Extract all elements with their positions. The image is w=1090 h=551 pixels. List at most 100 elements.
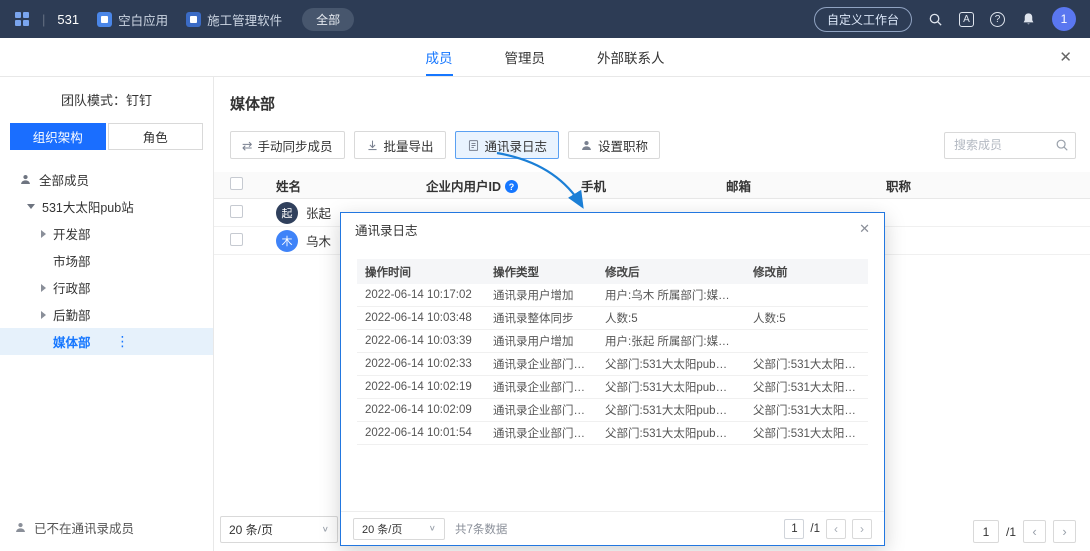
search-icon[interactable] xyxy=(928,12,943,27)
log-document-icon xyxy=(467,139,480,152)
topbar-divider: | xyxy=(42,12,45,27)
batch-export-button[interactable]: 批量导出 xyxy=(354,131,446,159)
download-icon xyxy=(366,139,379,152)
total-pages-label: /1 xyxy=(1006,525,1016,539)
caret-right-icon xyxy=(41,311,46,319)
tree-label: 行政部 xyxy=(53,278,91,297)
org-structure-button[interactable]: 组织架构 xyxy=(10,123,106,150)
prev-page-button[interactable]: ‹ xyxy=(1023,520,1046,543)
next-page-button[interactable]: › xyxy=(1053,520,1076,543)
select-all-checkbox[interactable] xyxy=(230,177,243,190)
row-checkbox[interactable] xyxy=(230,233,243,246)
modal-page-number[interactable]: 1 xyxy=(784,519,804,539)
log-row[interactable]: 2022-06-14 10:02:33通讯录企业部门修改父部门:531大太阳pu… xyxy=(357,353,868,376)
col-op-time: 操作时间 xyxy=(357,264,485,280)
col-title: 职称 xyxy=(886,176,1090,195)
tree-label: 后勤部 xyxy=(53,305,91,324)
more-menu-icon[interactable]: ⋮ xyxy=(116,333,131,350)
set-job-title-button[interactable]: 设置职称 xyxy=(568,131,660,159)
members-icon xyxy=(19,173,32,186)
sidebar-item-logistics-dept[interactable]: 后勤部 xyxy=(0,301,213,328)
modal-title: 通讯录日志 xyxy=(355,220,418,239)
col-user-id: 企业内用户ID? xyxy=(426,176,581,195)
modal-total-pages-label: /1 xyxy=(810,523,820,535)
chevron-down-icon: ∨ xyxy=(322,525,329,534)
sidebar-item-dev-dept[interactable]: 开发部 xyxy=(0,220,213,247)
sidebar-item-market-dept[interactable]: 市场部 xyxy=(0,247,213,274)
avatar: 起 xyxy=(276,202,298,224)
tab-admins[interactable]: 管理员 xyxy=(505,38,546,76)
roles-button[interactable]: 角色 xyxy=(108,123,204,150)
org-tree: 全部成员 531大太阳pub站 开发部 市场部 行政部 后勤部 媒体部 ⋮ xyxy=(0,166,213,355)
modal-header: 通讯录日志 ✕ xyxy=(341,213,884,245)
help-icon[interactable]: ? xyxy=(990,12,1005,27)
person-icon xyxy=(580,139,593,152)
sidebar-item-removed-members[interactable]: 已不在通讯录成员 xyxy=(14,518,134,537)
log-header-row: 操作时间 操作类型 修改后 修改前 xyxy=(357,259,868,284)
modal-pagination: 1 /1 ‹ › xyxy=(784,519,872,539)
member-search xyxy=(944,132,1076,159)
row-checkbox[interactable] xyxy=(230,205,243,218)
caret-right-icon xyxy=(41,230,46,238)
log-row[interactable]: 2022-06-14 10:01:54通讯录企业部门修改父部门:531大太阳pu… xyxy=(357,422,868,445)
modal-close-icon[interactable]: ✕ xyxy=(859,221,870,237)
set-job-title-label: 设置职称 xyxy=(598,136,648,155)
tab-members[interactable]: 成员 xyxy=(426,38,453,76)
contact-log-modal: 通讯录日志 ✕ 操作时间 操作类型 修改后 修改前 2022-06-14 10:… xyxy=(340,212,885,546)
page-number-input[interactable] xyxy=(973,520,999,543)
col-op-type: 操作类型 xyxy=(485,264,597,280)
col-before: 修改前 xyxy=(745,264,868,280)
toolbar: ⇄ 手动同步成员 批量导出 通讯录日志 设置职称 xyxy=(214,114,1090,159)
col-phone: 手机 xyxy=(581,176,726,195)
app-blank-label: 空白应用 xyxy=(118,10,168,29)
app-construction-label: 施工管理软件 xyxy=(207,10,282,29)
app-blank[interactable]: 空白应用 xyxy=(97,10,168,29)
modal-next-page-button[interactable]: › xyxy=(852,519,872,539)
apps-grid-icon[interactable] xyxy=(14,11,30,27)
contact-log-label: 通讯录日志 xyxy=(485,136,548,155)
removed-member-icon xyxy=(14,521,27,534)
sidebar-switch: 组织架构 角色 xyxy=(0,123,213,150)
tab-external-contacts[interactable]: 外部联系人 xyxy=(597,38,665,76)
sidebar: 团队模式：钉钉 组织架构 角色 全部成员 531大太阳pub站 开发部 市场部 … xyxy=(0,77,214,551)
manual-sync-button[interactable]: ⇄ 手动同步成员 xyxy=(230,131,345,159)
all-apps-pill[interactable]: 全部 xyxy=(302,8,354,31)
org-id[interactable]: 531 xyxy=(57,12,79,27)
page-size-value: 20 条/页 xyxy=(229,521,273,538)
sync-icon: ⇄ xyxy=(242,138,252,153)
sidebar-item-media-dept[interactable]: 媒体部 ⋮ xyxy=(0,328,213,355)
sidebar-item-admin-dept[interactable]: 行政部 xyxy=(0,274,213,301)
construction-app-icon xyxy=(186,12,201,27)
log-row[interactable]: 2022-06-14 10:02:09通讯录企业部门修改父部门:531大太阳pu… xyxy=(357,399,868,422)
pagination: /1 ‹ › xyxy=(973,520,1076,543)
notifications-bell-icon[interactable] xyxy=(1021,12,1036,27)
page-size-select[interactable]: 20 条/页 ∨ xyxy=(220,516,338,543)
total-records-label: 共7条数据 xyxy=(455,521,507,537)
col-name: 姓名 xyxy=(276,176,426,195)
page-title: 媒体部 xyxy=(214,77,1090,114)
search-icon[interactable] xyxy=(1055,138,1069,155)
member-name: 乌木 xyxy=(306,231,331,250)
help-badge-icon[interactable]: ? xyxy=(505,180,518,193)
team-mode-label: 团队模式：钉钉 xyxy=(0,90,213,109)
tree-label: 全部成员 xyxy=(39,170,89,189)
sidebar-item-root-org[interactable]: 531大太阳pub站 xyxy=(0,193,213,220)
translate-icon[interactable]: A xyxy=(959,12,974,27)
contact-log-button[interactable]: 通讯录日志 xyxy=(455,131,560,159)
member-name: 张起 xyxy=(306,203,331,222)
chevron-down-icon: ∨ xyxy=(429,524,436,533)
app-construction[interactable]: 施工管理软件 xyxy=(186,10,282,29)
close-icon[interactable]: ✕ xyxy=(1059,48,1072,66)
table-header-row: 姓名 企业内用户ID? 手机 邮箱 职称 xyxy=(214,172,1090,199)
modal-footer: 20 条/页 ∨ 共7条数据 1 /1 ‹ › xyxy=(341,511,884,545)
tree-label: 531大太阳pub站 xyxy=(42,197,134,216)
log-row[interactable]: 2022-06-14 10:02:19通讯录企业部门修改父部门:531大太阳pu… xyxy=(357,376,868,399)
customize-workbench-button[interactable]: 自定义工作台 xyxy=(814,7,912,32)
modal-prev-page-button[interactable]: ‹ xyxy=(826,519,846,539)
sidebar-item-all-members[interactable]: 全部成员 xyxy=(0,166,213,193)
log-row[interactable]: 2022-06-14 10:03:39通讯录用户增加用户:张起 所属部门:媒体部… xyxy=(357,330,868,353)
modal-page-size-select[interactable]: 20 条/页 ∨ xyxy=(353,518,445,540)
log-row[interactable]: 2022-06-14 10:03:48通讯录整体同步人数:5人数:5 xyxy=(357,307,868,330)
log-row[interactable]: 2022-06-14 10:17:02通讯录用户增加用户:乌木 所属部门:媒体部 xyxy=(357,284,868,307)
user-avatar[interactable]: 1 xyxy=(1052,7,1076,31)
